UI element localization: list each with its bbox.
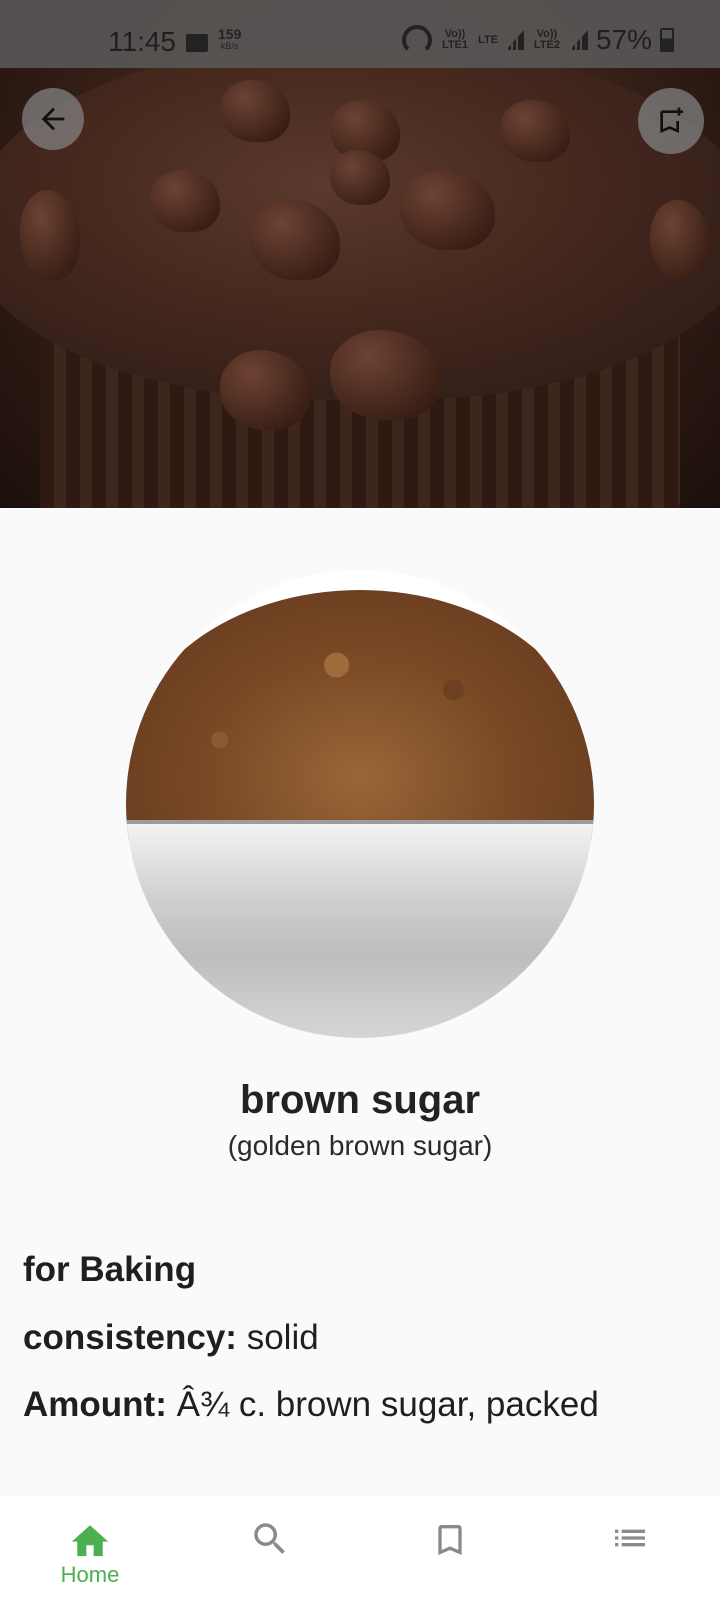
nav-bookmarks[interactable]: [360, 1496, 540, 1600]
image-notification-icon: [186, 34, 208, 52]
lte-label: LTE: [477, 33, 498, 46]
status-icons: Vo)) LTE1 LTE Vo)) LTE2 57%: [401, 24, 674, 56]
list-icon: [615, 1529, 645, 1547]
nav-home-label: Home: [60, 1562, 120, 1587]
add-bookmark-button[interactable]: [638, 88, 704, 154]
battery-percent: 57%: [595, 24, 652, 55]
bookmark-icon: [438, 1525, 462, 1555]
purpose-row: for Baking: [23, 1250, 196, 1290]
status-time: 11:45: [108, 26, 176, 57]
battery-icon: [660, 28, 674, 52]
ingredient-image: [126, 570, 594, 1038]
amount-label: Amount:: [23, 1385, 167, 1424]
back-button[interactable]: [22, 88, 84, 150]
nav-list[interactable]: [540, 1496, 720, 1600]
consistency-row: consistency: solid: [23, 1318, 319, 1358]
sim1-label: Vo)) LTE1: [441, 28, 469, 51]
measuring-bowl: [126, 820, 594, 1038]
ingredient-name: brown sugar: [239, 1078, 481, 1122]
bottom-navigation: Home: [0, 1496, 720, 1600]
arrow-left-icon: [41, 107, 65, 131]
network-speed: 159 kB/s: [218, 27, 241, 52]
consistency-label: consistency:: [23, 1318, 237, 1357]
nav-home[interactable]: Home: [0, 1496, 180, 1600]
consistency-value: solid: [246, 1318, 319, 1357]
status-bar: 11:45 159 kB/s Vo)) LTE1 LTE Vo)) LTE2 5…: [0, 0, 720, 68]
home-icon: [71, 1525, 109, 1557]
signal1-icon: [505, 30, 524, 50]
network-speed-unit: kB/s: [220, 41, 239, 51]
hotspot-icon: [401, 25, 432, 55]
sim2-label: Vo)) LTE2: [533, 28, 560, 51]
amount-value: Â¾ c. brown sugar, packed: [176, 1385, 599, 1424]
nav-search[interactable]: [180, 1496, 360, 1600]
search-icon: [254, 1523, 285, 1554]
hero-image: [0, 0, 720, 508]
signal2-icon: [569, 30, 588, 50]
brown-sugar-pile: [126, 590, 594, 840]
purpose-text: for Baking: [23, 1250, 197, 1289]
amount-row: Amount: Â¾ c. brown sugar, packed: [23, 1385, 599, 1425]
ingredient-alt-name: (golden brown sugar): [227, 1130, 493, 1161]
bookmark-add-icon: [660, 107, 683, 133]
